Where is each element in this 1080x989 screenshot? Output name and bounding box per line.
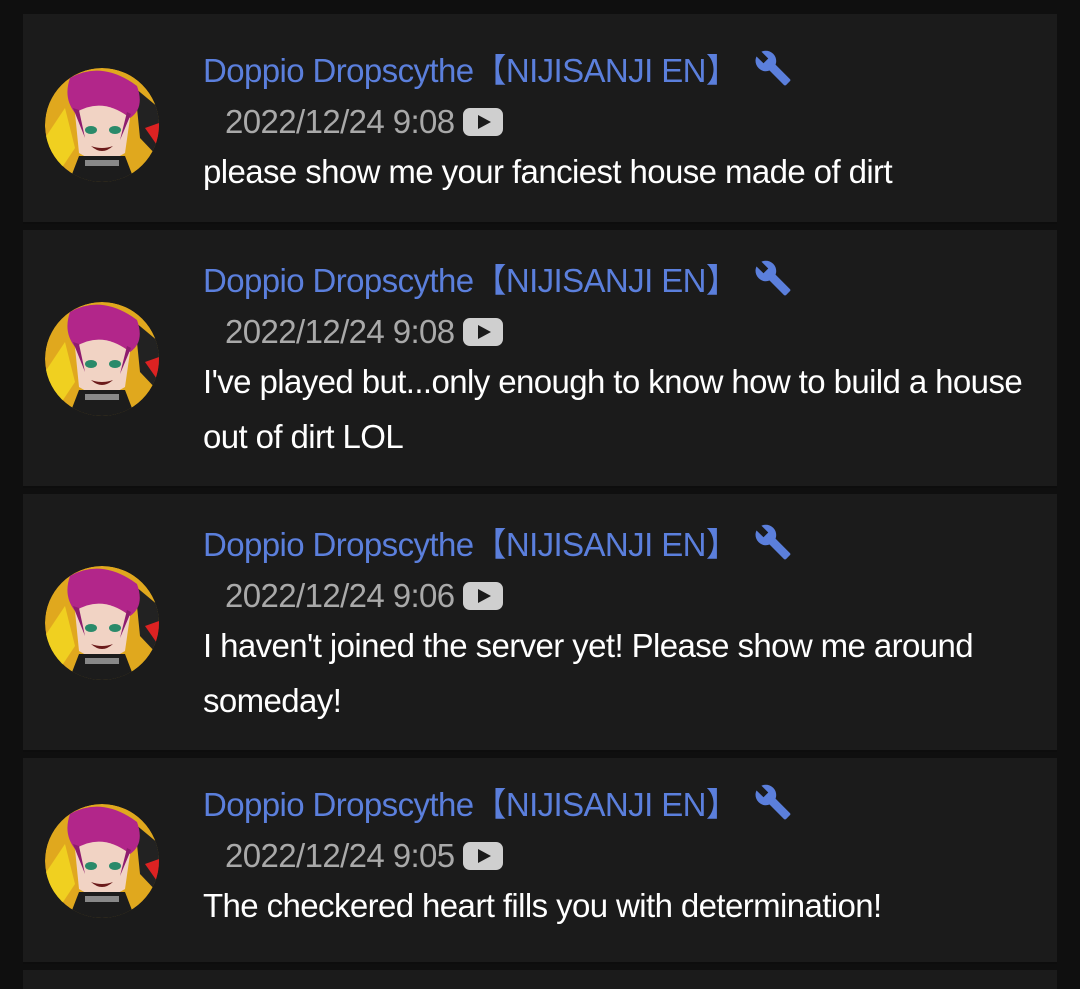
comment-text: please show me your fanciest house made … bbox=[203, 153, 893, 190]
comment-card[interactable] bbox=[23, 970, 1057, 989]
timestamp: 2022/12/24 9:06 bbox=[225, 577, 455, 614]
avatar[interactable] bbox=[45, 804, 159, 918]
comment-body: Doppio Dropscythe【NIJISANJI EN】 2022/12/… bbox=[203, 520, 1039, 728]
comment-body: Doppio Dropscythe【NIJISANJI EN】 2022/12/… bbox=[203, 256, 1039, 464]
timestamp-row: 2022/12/24 9:06 bbox=[203, 574, 1039, 618]
comment-body: Doppio Dropscythe【NIJISANJI EN】 2022/12/… bbox=[203, 46, 1039, 199]
comment-card[interactable]: Doppio Dropscythe【NIJISANJI EN】 2022/12/… bbox=[23, 14, 1057, 224]
author-row: Doppio Dropscythe【NIJISANJI EN】 bbox=[203, 256, 1039, 300]
youtube-play-icon bbox=[462, 318, 503, 346]
author-name[interactable]: Doppio Dropscythe【NIJISANJI EN】 bbox=[203, 44, 739, 92]
comment-card[interactable]: Doppio Dropscythe【NIJISANJI EN】 2022/12/… bbox=[23, 758, 1057, 964]
wrench-icon bbox=[754, 523, 792, 561]
timestamp-row: 2022/12/24 9:05 bbox=[203, 834, 1039, 878]
timestamp-row: 2022/12/24 9:08 bbox=[203, 100, 1039, 144]
wrench-icon bbox=[754, 49, 792, 87]
wrench-icon bbox=[754, 783, 792, 821]
youtube-play-icon bbox=[462, 842, 503, 870]
author-row: Doppio Dropscythe【NIJISANJI EN】 bbox=[203, 520, 1039, 564]
avatar[interactable] bbox=[45, 566, 159, 680]
author-row: Doppio Dropscythe【NIJISANJI EN】 bbox=[203, 780, 1039, 824]
author-name[interactable]: Doppio Dropscythe【NIJISANJI EN】 bbox=[203, 254, 739, 302]
author-row: Doppio Dropscythe【NIJISANJI EN】 bbox=[203, 46, 1039, 90]
comment-feed: Doppio Dropscythe【NIJISANJI EN】 2022/12/… bbox=[23, 14, 1057, 989]
timestamp: 2022/12/24 9:08 bbox=[225, 103, 455, 140]
comment-text: The checkered heart fills you with deter… bbox=[203, 887, 882, 924]
wrench-icon bbox=[754, 259, 792, 297]
timestamp: 2022/12/24 9:05 bbox=[225, 837, 455, 874]
youtube-play-icon bbox=[462, 108, 503, 136]
author-name[interactable]: Doppio Dropscythe【NIJISANJI EN】 bbox=[203, 518, 739, 566]
youtube-play-icon bbox=[462, 582, 503, 610]
comment-body: Doppio Dropscythe【NIJISANJI EN】 2022/12/… bbox=[203, 780, 1039, 933]
timestamp-row: 2022/12/24 9:08 bbox=[203, 310, 1039, 354]
comment-card[interactable]: Doppio Dropscythe【NIJISANJI EN】 2022/12/… bbox=[23, 494, 1057, 752]
comment-text: I've played but...only enough to know ho… bbox=[203, 363, 1023, 455]
timestamp: 2022/12/24 9:08 bbox=[225, 313, 455, 350]
avatar[interactable] bbox=[45, 68, 159, 182]
author-name[interactable]: Doppio Dropscythe【NIJISANJI EN】 bbox=[203, 778, 739, 826]
avatar[interactable] bbox=[45, 302, 159, 416]
comment-text: I haven't joined the server yet! Please … bbox=[203, 627, 974, 719]
comment-card[interactable]: Doppio Dropscythe【NIJISANJI EN】 2022/12/… bbox=[23, 230, 1057, 488]
